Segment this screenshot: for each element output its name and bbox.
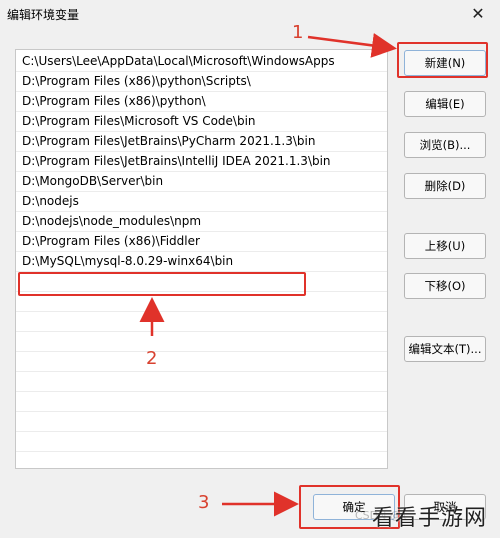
path-item[interactable]: D:\MySQL\mysql-8.0.29-winx64\bin [16,252,387,272]
empty-row [16,372,387,392]
path-item[interactable]: D:\nodejs [16,192,387,212]
path-item[interactable]: D:\Program Files\JetBrains\PyCharm 2021.… [16,132,387,152]
new-button[interactable]: 新建(N) [404,50,486,76]
edit-button[interactable]: 编辑(E) [404,91,486,117]
empty-row [16,412,387,432]
move-down-button[interactable]: 下移(O) [404,273,486,299]
move-up-button[interactable]: 上移(U) [404,233,486,259]
path-item[interactable]: D:\Program Files (x86)\python\ [16,92,387,112]
step-1-label: 1 [292,22,304,43]
edit-text-button[interactable]: 编辑文本(T)... [404,336,486,362]
empty-row [16,432,387,452]
empty-row [16,352,387,372]
empty-row [16,292,387,312]
empty-row [16,452,387,468]
new-path-entry[interactable] [16,272,387,292]
step-3-label: 3 [198,492,210,513]
arrow-1 [307,33,397,58]
delete-button[interactable]: 删除(D) [404,173,486,199]
path-item[interactable]: D:\Program Files (x86)\python\Scripts\ [16,72,387,92]
empty-row [16,312,387,332]
path-item[interactable]: D:\Program Files (x86)\Fiddler [16,232,387,252]
path-item[interactable]: D:\MongoDB\Server\bin [16,172,387,192]
empty-row [16,332,387,352]
window-title: 编辑环境变量 [7,8,80,22]
path-item[interactable]: D:\Program Files\JetBrains\IntelliJ IDEA… [16,152,387,172]
path-item[interactable]: D:\Program Files\Microsoft VS Code\bin [16,112,387,132]
title-bar: 编辑环境变量 ✕ [0,0,500,30]
empty-row [16,392,387,412]
watermark: 看看手游网 [372,506,488,531]
close-icon[interactable]: ✕ [464,3,492,27]
path-item[interactable]: C:\Users\Lee\AppData\Local\Microsoft\Win… [16,52,387,72]
path-list[interactable]: C:\Users\Lee\AppData\Local\Microsoft\Win… [15,49,388,469]
step-2-label: 2 [146,348,158,369]
path-item[interactable]: D:\nodejs\node_modules\npm [16,212,387,232]
browse-button[interactable]: 浏览(B)... [404,132,486,158]
